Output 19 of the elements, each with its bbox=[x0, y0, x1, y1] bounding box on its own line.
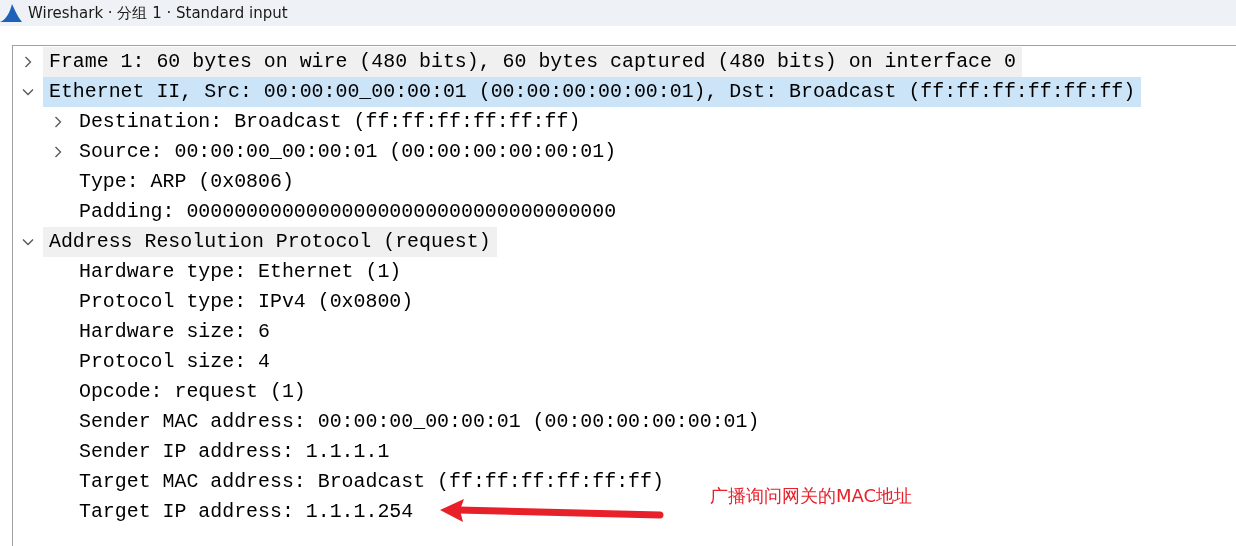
tree-item[interactable]: Ethernet II, Src: 00:00:00_00:00:01 (00:00:00:00:00:01), Dst: Broadcast (ff:ff:ff:ff:ff:ff) bbox=[43, 77, 1142, 107]
tree-item[interactable]: Protocol size: 4 bbox=[73, 347, 276, 377]
tree-item[interactable]: Target IP address: 1.1.1.254 bbox=[73, 497, 420, 527]
tree-item[interactable]: Type: ARP (0x0806) bbox=[73, 167, 300, 197]
tree-item[interactable]: Hardware type: Ethernet (1) bbox=[73, 257, 408, 287]
window-title: Wireshark · 分组 1 · Standard input bbox=[28, 3, 288, 23]
tree-item[interactable]: Destination: Broadcast (ff:ff:ff:ff:ff:ff) bbox=[73, 107, 587, 137]
fin-icon bbox=[0, 2, 22, 24]
annotation-text: 广播询问网关的MAC地址 bbox=[710, 484, 913, 508]
tree-item[interactable]: Padding: 000000000000000000000000000000000000 bbox=[73, 197, 623, 227]
tree-item[interactable]: Protocol type: IPv4 (0x0800) bbox=[73, 287, 420, 317]
tree-item[interactable]: Frame 1: 60 bytes on wire (480 bits), 60 bytes captured (480 bits) on interface 0 bbox=[43, 47, 1022, 77]
tree-item[interactable]: Source: 00:00:00_00:00:01 (00:00:00:00:00:01) bbox=[73, 137, 623, 167]
tree-item[interactable]: Opcode: request (1) bbox=[73, 377, 312, 407]
tree-item[interactable]: Target MAC address: Broadcast (ff:ff:ff:ff:ff:ff) bbox=[73, 467, 670, 497]
tree-item[interactable]: Hardware size: 6 bbox=[73, 317, 276, 347]
tree-item[interactable]: Address Resolution Protocol (request) bbox=[43, 227, 497, 257]
tree-item[interactable]: Sender MAC address: 00:00:00_00:00:01 (00:00:00:00:00:01) bbox=[73, 407, 766, 437]
tree-item[interactable]: Sender IP address: 1.1.1.1 bbox=[73, 437, 396, 467]
